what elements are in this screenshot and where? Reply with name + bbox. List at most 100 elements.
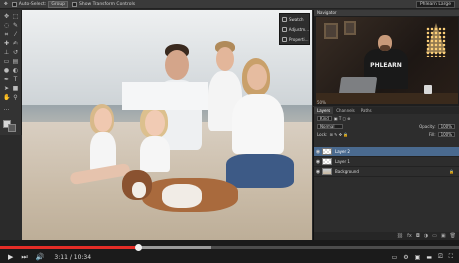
transform-controls-checkbox[interactable] (72, 1, 78, 7)
kind-filter-dropdown[interactable]: Kind (317, 115, 332, 121)
adjustments-icon (282, 26, 287, 32)
visibility-eye-icon[interactable]: ◉ (314, 169, 322, 175)
eraser-icon[interactable]: ▭ (3, 58, 10, 65)
player-right-controls: ▭ ⚙ ▣ ▬ ⎚ ⛶ (392, 251, 453, 263)
brush-icon[interactable]: ✍ (12, 40, 19, 47)
layers-panel-tabs: Layers Channels Paths (314, 107, 459, 114)
quick-select-icon[interactable]: ✎ (12, 22, 19, 29)
blend-row: Normal Opacity: 100% (314, 122, 459, 130)
tab-layers[interactable]: Layers (314, 107, 334, 114)
swatch-panel-item[interactable]: Swatch (280, 14, 309, 24)
transform-controls-option[interactable]: Show Transform Controls (72, 1, 136, 7)
stamp-icon[interactable]: ⊥ (3, 49, 10, 56)
document-canvas[interactable] (22, 10, 312, 240)
fullscreen-icon[interactable]: ⛶ (449, 253, 453, 261)
fill-field[interactable]: 100% (437, 131, 455, 137)
move-icon[interactable]: ✥ (3, 13, 10, 20)
adjustments-panel-item[interactable]: Adjustm... (280, 24, 309, 34)
theater-mode-icon[interactable]: ▬ (426, 254, 432, 261)
layer-thumbnail (322, 148, 332, 155)
layer-row-layer-1[interactable]: ◉ Layer 1 (314, 157, 459, 167)
dodge-icon[interactable]: ◐ (12, 67, 19, 74)
path-select-icon[interactable]: ➤ (3, 85, 10, 92)
tree-lights (426, 27, 446, 57)
move-tool-icon[interactable]: ✥ (4, 2, 8, 7)
type-icon[interactable]: T (12, 76, 19, 83)
settings-gear-icon[interactable]: ⚙ (403, 254, 408, 261)
scrubber-handle[interactable] (134, 244, 142, 251)
layer-name: Background (335, 169, 359, 174)
opacity-field[interactable]: 100% (437, 123, 455, 129)
current-time: 3:11 (54, 253, 68, 261)
layer-filter-row: Kind ▣ T ◻ ⊕ (314, 114, 459, 122)
gradient-icon[interactable]: ▤ (12, 58, 19, 65)
navigator-title: Navigator (314, 10, 459, 16)
tab-channels[interactable]: Channels (333, 107, 358, 114)
group-folder-icon[interactable]: ▭ (432, 233, 437, 239)
presenter-beard (380, 45, 390, 51)
auto-select-option[interactable]: Auto-Select: Group (11, 0, 69, 8)
layer-name: Layer 2 (335, 149, 350, 154)
adjustments-panel-label: Adjustm... (288, 26, 309, 32)
blend-mode-dropdown[interactable]: Normal (317, 123, 343, 129)
properties-panel-label: Properti... (289, 36, 309, 42)
background-color-swatch[interactable] (8, 124, 16, 132)
link-icon[interactable]: ⛓ (397, 233, 403, 239)
lasso-icon[interactable]: ◌ (3, 22, 10, 29)
pen-icon[interactable]: ✒ (3, 76, 10, 83)
zoom-level[interactable]: 50% (317, 100, 326, 105)
next-icon[interactable]: ⏭ (21, 251, 27, 263)
crop-icon[interactable]: ⌗ (3, 31, 10, 38)
fx-icon[interactable]: fx (407, 233, 412, 239)
captions-icon[interactable]: ▭ (392, 254, 398, 261)
played-bar (0, 246, 139, 249)
marquee-icon[interactable]: ⬚ (12, 13, 19, 20)
auto-select-dropdown[interactable]: Group (48, 0, 69, 8)
mini-player-icon[interactable]: ▣ (415, 254, 421, 261)
presenter-video-overlay: PHLEARN (316, 17, 458, 104)
volume-icon[interactable]: 🔊 (36, 251, 45, 263)
transform-controls-label: Show Transform Controls (79, 1, 136, 7)
more-tools-icon[interactable]: … (3, 105, 10, 112)
blur-icon[interactable]: ● (3, 67, 10, 74)
mask-icon[interactable]: ◘ (416, 233, 420, 239)
navigator-panel: Navigator PHLEARN 50% (313, 10, 459, 106)
trash-icon[interactable]: 🗑 (450, 233, 456, 239)
progress-bar[interactable] (0, 244, 459, 251)
auto-select-checkbox[interactable] (11, 1, 17, 7)
filter-icon[interactable]: ▣ T ◻ ⊕ (334, 116, 351, 121)
history-brush-icon[interactable]: ↺ (12, 49, 19, 56)
lock-label: Lock: (317, 131, 328, 137)
photoshop-window: ✥ Auto-Select: Group Show Transform Cont… (0, 0, 459, 263)
new-layer-icon[interactable]: ▣ (441, 233, 446, 239)
video-player-controls: ▶ ⏭ 🔊 3:11 / 10:34 ▭ ⚙ ▣ ▬ ⎚ ⛶ (0, 240, 459, 263)
player-controls-row: ▶ ⏭ 🔊 3:11 / 10:34 ▭ ⚙ ▣ ▬ ⎚ ⛶ (0, 251, 459, 263)
hand-icon[interactable]: ✋ (3, 94, 10, 101)
opacity-label: Opacity: (419, 123, 436, 129)
shirt-logo-text: PHLEARN (370, 62, 402, 69)
auto-select-label: Auto-Select: (18, 1, 47, 7)
properties-panel-item[interactable]: Properti... (280, 34, 309, 44)
layer-row-layer-2[interactable]: ◉ Layer 2 (314, 147, 459, 157)
workspace-switcher[interactable]: Phlearn Large (415, 1, 455, 8)
eyedropper-icon[interactable]: ⁄ (12, 31, 19, 38)
visibility-eye-icon[interactable]: ◉ (314, 159, 322, 165)
swatch-icon (282, 16, 287, 22)
options-bar: ✥ Auto-Select: Group Show Transform Cont… (0, 0, 459, 9)
play-icon[interactable]: ▶ (8, 251, 13, 263)
tools-panel: ✥ ⬚ ◌ ✎ ⌗ ⁄ ✚ ✍ ⊥ ↺ ▭ ▤ ● ◐ ✒ T ➤ ■ ✋ ⚲ … (0, 10, 22, 135)
layers-footer: ⛓ fx ◘ ◑ ▭ ▣ 🗑 (314, 232, 459, 240)
wall-frame (324, 23, 338, 39)
shape-icon[interactable]: ■ (12, 85, 19, 92)
layer-thumbnail (322, 158, 332, 165)
layer-row-background[interactable]: ◉ Background 🔒 (314, 167, 459, 177)
zoom-icon[interactable]: ⚲ (12, 94, 19, 101)
fill-label: Fill: (428, 131, 436, 137)
cast-icon[interactable]: ⎚ (438, 253, 443, 261)
mini-panel-dock: Swatch Adjustm... Properti... (279, 13, 310, 45)
healing-icon[interactable]: ✚ (3, 40, 10, 47)
visibility-eye-icon[interactable]: ◉ (314, 149, 322, 155)
adjustment-layer-icon[interactable]: ◑ (424, 233, 428, 239)
tab-paths[interactable]: Paths (358, 107, 375, 114)
lock-options-icon[interactable]: ⊞ ✎ ✥ 🔒 (329, 132, 348, 137)
